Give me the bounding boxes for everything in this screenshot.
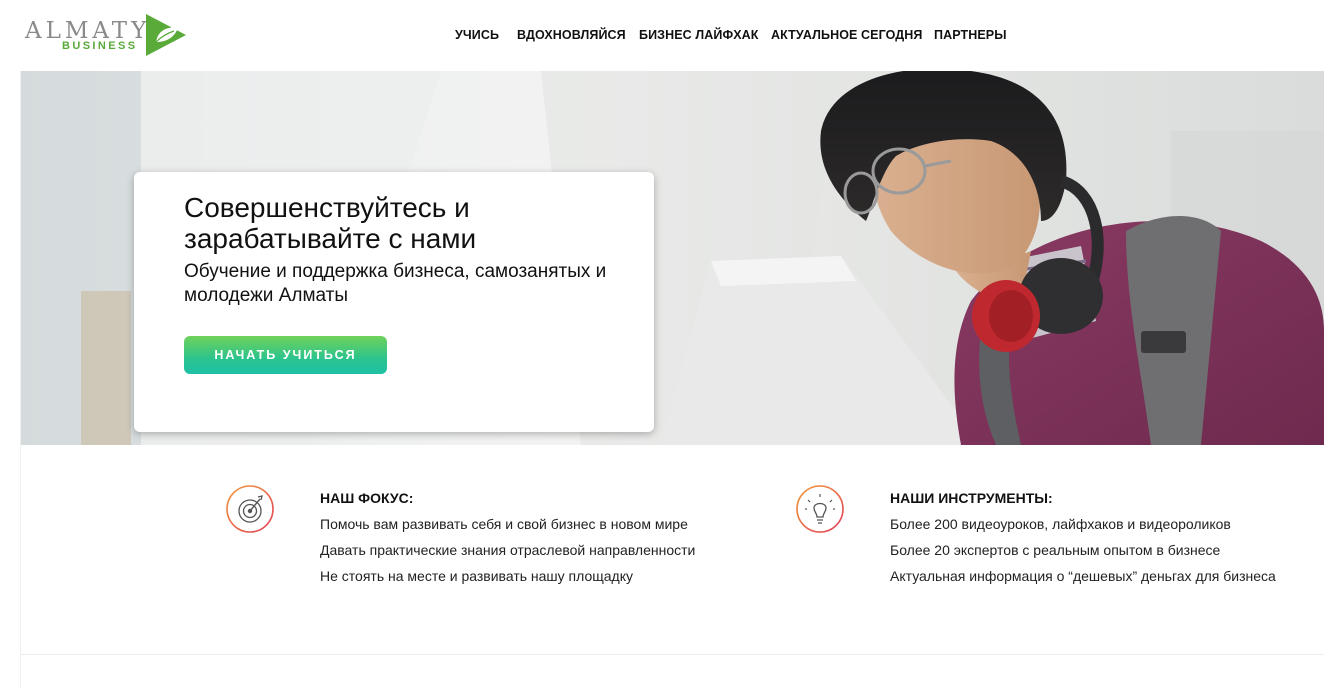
target-icon — [226, 485, 274, 533]
list-item: Помочь вам развивать себя и свой бизнес … — [320, 516, 688, 532]
nav-item-lifehack[interactable]: БИЗНЕС ЛАЙФХАК — [639, 28, 759, 42]
start-learning-button[interactable]: НАЧАТЬ УЧИТЬСЯ — [184, 336, 387, 374]
lightbulb-icon — [796, 485, 844, 533]
list-item: Более 200 видеоуроков, лайфхаков и видео… — [890, 516, 1231, 532]
main-nav: УЧИСЬ ВДОХНОВЛЯЙСЯ БИЗНЕС ЛАЙФХАК АКТУАЛ… — [20, 0, 1324, 71]
list-item: Не стоять на месте и развивать нашу площ… — [320, 568, 633, 584]
site-header: ALMATY BUSINESS УЧИСЬ ВДОХНОВЛЯЙСЯ БИЗНЕ… — [20, 0, 1324, 71]
hero-subtitle: Обучение и поддержка бизнеса, самозаняты… — [184, 261, 607, 306]
list-item: Более 20 экспертов с реальным опытом в б… — [890, 542, 1221, 558]
hero-card: Совершенствуйтесь и зарабатывайте с нами… — [134, 172, 654, 432]
nav-item-inspire[interactable]: ВДОХНОВЛЯЙСЯ — [517, 28, 626, 42]
feature-title: НАШ ФОКУС: — [320, 490, 414, 506]
section-divider — [21, 654, 1324, 655]
list-item: Давать практические знания отраслевой на… — [320, 542, 696, 558]
feature-list: Более 200 видеоуроков, лайфхаков и видео… — [890, 511, 1276, 589]
feature-title: НАШИ ИНСТРУМЕНТЫ: — [890, 490, 1053, 506]
nav-item-learn[interactable]: УЧИСЬ — [455, 28, 499, 42]
hero-banner: Совершенствуйтесь и зарабатывайте с нами… — [21, 71, 1324, 445]
feature-list: Помочь вам развивать себя и свой бизнес … — [320, 511, 695, 589]
hero-title: Совершенствуйтесь и зарабатывайте с нами — [184, 192, 477, 254]
nav-item-today[interactable]: АКТУАЛЬНОЕ СЕГОДНЯ — [771, 28, 923, 42]
nav-item-partners[interactable]: ПАРТНЕРЫ — [934, 28, 1007, 42]
list-item: Актуальная информация о “дешевых” деньга… — [890, 568, 1276, 584]
